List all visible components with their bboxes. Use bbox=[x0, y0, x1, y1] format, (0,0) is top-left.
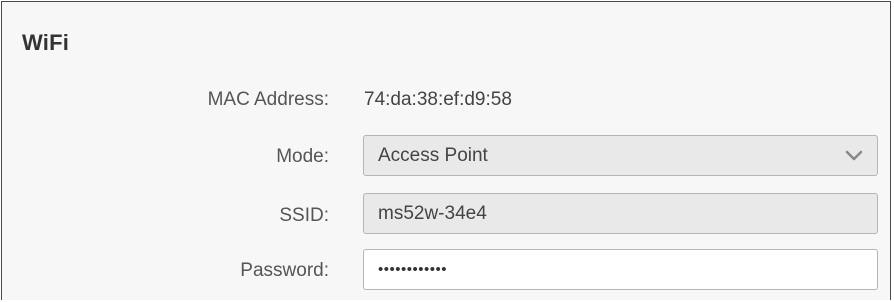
mode-selected-value: Access Point bbox=[378, 144, 488, 166]
password-masked-value: •••••••••••• bbox=[378, 261, 448, 278]
ssid-label: SSID: bbox=[279, 205, 329, 226]
wifi-settings-panel: WiFi MAC Address: 74:da:38:ef:d9:58 Mode… bbox=[1, 1, 891, 300]
mac-address-label: MAC Address: bbox=[207, 89, 329, 110]
chevron-down-icon bbox=[845, 150, 863, 161]
password-label: Password: bbox=[240, 260, 329, 281]
section-title: WiFi bbox=[22, 30, 70, 55]
mode-label: Mode: bbox=[276, 146, 329, 167]
password-field[interactable]: •••••••••••• bbox=[363, 249, 878, 290]
ssid-field[interactable]: ms52w-34e4 bbox=[363, 193, 878, 234]
ssid-value: ms52w-34e4 bbox=[378, 202, 487, 224]
mode-select[interactable]: Access Point bbox=[363, 135, 878, 176]
mac-address-value: 74:da:38:ef:d9:58 bbox=[364, 89, 512, 110]
